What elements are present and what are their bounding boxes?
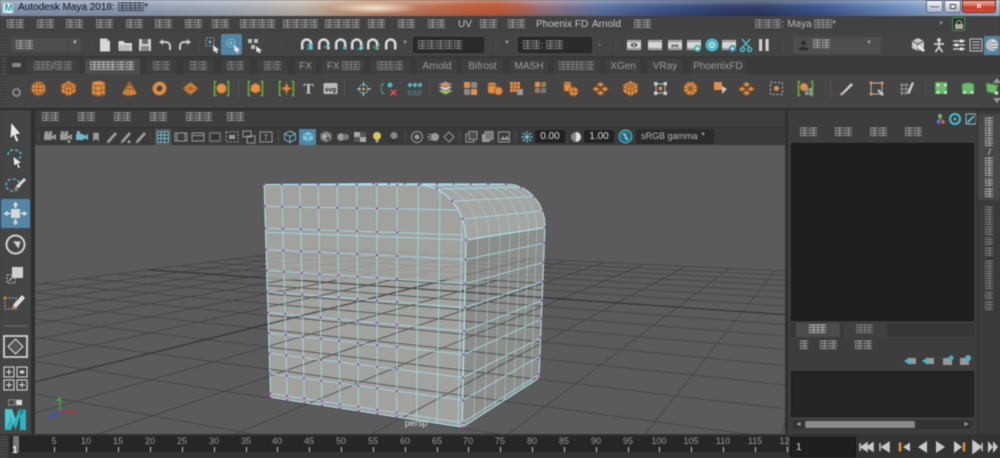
svg-text:0,0,0: 0,0,0 (408, 91, 422, 97)
svg-text:IPR: IPR (671, 44, 679, 49)
svg-text:T: T (303, 82, 313, 98)
svg-text:svg: svg (325, 87, 336, 94)
svg-text:T: T (264, 134, 269, 143)
svg-text:persp: persp (405, 418, 428, 428)
